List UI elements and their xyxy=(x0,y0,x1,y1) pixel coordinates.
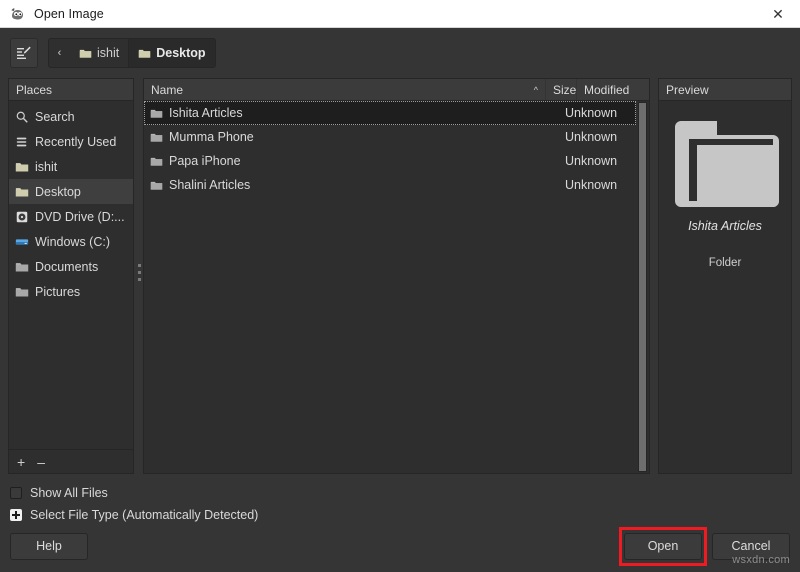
recent-icon xyxy=(16,137,27,146)
sort-ascending-icon: ^ xyxy=(533,84,538,95)
folder-icon xyxy=(15,287,29,296)
folder-icon xyxy=(150,109,163,118)
select-file-type-label[interactable]: Select File Type (Automatically Detected… xyxy=(30,508,258,522)
folder-home-icon xyxy=(15,162,29,171)
preview-file-name: Ishita Articles xyxy=(688,219,762,233)
show-all-files-label[interactable]: Show All Files xyxy=(30,486,108,500)
cancel-button[interactable]: Cancel xyxy=(712,532,790,560)
breadcrumb-item-desktop[interactable]: Desktop xyxy=(129,38,216,68)
folder-icon xyxy=(79,49,92,58)
file-modified-cell: Unknown xyxy=(565,130,618,144)
splitter-grip xyxy=(138,264,141,285)
sidebar-item-dvd-drive[interactable]: DVD Drive (D:... xyxy=(9,204,133,229)
file-modified-cell: Unknown xyxy=(565,154,618,168)
type-filename-button[interactable] xyxy=(10,38,38,68)
sidebar-item-pictures[interactable]: Pictures xyxy=(9,279,133,304)
folder-icon xyxy=(139,49,151,58)
places-footer: + – xyxy=(9,449,133,473)
sidebar-item-ishit[interactable]: ishit xyxy=(9,154,133,179)
close-icon[interactable]: ✕ xyxy=(756,0,800,28)
search-icon xyxy=(16,111,28,123)
options-area: Show All Files Select File Type (Automat… xyxy=(0,474,800,526)
hard-drive-icon xyxy=(15,238,29,245)
sidebar-item-desktop[interactable]: Desktop xyxy=(9,179,133,204)
places-header: Places xyxy=(9,79,133,101)
places-list: Search Recently Used ishit Desktop DVD D… xyxy=(9,101,133,449)
dialog-footer: Help Open Cancel wsxdn.com xyxy=(0,526,800,572)
file-name-cell: Mumma Phone xyxy=(144,130,533,144)
file-name-label: Mumma Phone xyxy=(169,130,254,144)
sidebar-item-recently-used[interactable]: Recently Used xyxy=(9,129,133,154)
title-bar: Open Image ✕ xyxy=(0,0,800,28)
column-header-size[interactable]: Size xyxy=(546,79,577,100)
help-button[interactable]: Help xyxy=(10,532,88,560)
sidebar-item-label: Windows (C:) xyxy=(35,234,111,249)
sidebar-splitter[interactable] xyxy=(134,78,143,474)
preview-header: Preview xyxy=(659,79,791,101)
breadcrumb-label: ishit xyxy=(97,46,120,60)
file-name-cell: Ishita Articles xyxy=(144,106,533,120)
scrollbar-thumb[interactable] xyxy=(638,102,647,472)
sidebar-item-label: Search xyxy=(35,109,75,124)
breadcrumb-label: Desktop xyxy=(156,46,206,60)
table-row[interactable]: Shalini Articles Unknown xyxy=(144,173,636,197)
file-list-rows: Ishita Articles Unknown Mumma Phone Unkn… xyxy=(144,101,636,473)
edit-filename-icon xyxy=(17,46,31,59)
remove-place-button[interactable]: – xyxy=(37,455,45,469)
sidebar-item-windows-c[interactable]: Windows (C:) xyxy=(9,229,133,254)
sidebar-item-label: ishit xyxy=(35,159,58,174)
preview-panel: Preview Ishita Articles Folder xyxy=(658,78,792,474)
gimp-wilber-icon xyxy=(11,7,23,19)
folder-icon xyxy=(150,157,163,166)
table-row[interactable]: Mumma Phone Unknown xyxy=(144,125,636,149)
preview-body: Ishita Articles Folder xyxy=(659,101,791,269)
dialog-body: Places Search Recently Used ishit Deskto… xyxy=(0,78,800,474)
open-image-dialog: Open Image ✕ ‹ ishit Desktop Places Sear… xyxy=(0,0,800,572)
sidebar-item-documents[interactable]: Documents xyxy=(9,254,133,279)
column-header-name[interactable]: Name ^ xyxy=(144,79,546,100)
column-header-modified[interactable]: Modified xyxy=(577,79,649,100)
breadcrumb-item-ishit[interactable]: ishit xyxy=(70,38,130,68)
add-place-button[interactable]: + xyxy=(17,455,25,469)
expander-plus-icon[interactable] xyxy=(10,509,22,521)
sidebar-item-label: Pictures xyxy=(35,284,81,299)
file-list-scroll-area: Ishita Articles Unknown Mumma Phone Unkn… xyxy=(144,101,649,473)
sidebar-item-label: Recently Used xyxy=(35,134,117,149)
file-list-pane: Name ^ Size Modified Ishita Articles Unk… xyxy=(143,78,650,474)
window-title: Open Image xyxy=(34,6,104,21)
breadcrumb-back-button[interactable]: ‹ xyxy=(48,38,70,68)
file-name-label: Shalini Articles xyxy=(169,178,251,192)
folder-icon xyxy=(150,133,163,142)
table-row[interactable]: Papa iPhone Unknown xyxy=(144,149,636,173)
open-button[interactable]: Open xyxy=(624,532,702,560)
select-file-type-row[interactable]: Select File Type (Automatically Detected… xyxy=(10,504,790,526)
column-header-name-label: Name xyxy=(151,82,184,97)
folder-icon xyxy=(15,262,29,271)
folder-icon xyxy=(150,181,163,190)
optical-disc-icon xyxy=(16,211,28,222)
folder-desktop-icon xyxy=(15,187,29,196)
table-row[interactable]: Ishita Articles Unknown xyxy=(144,101,636,125)
sidebar-item-label: DVD Drive (D:... xyxy=(35,209,125,224)
file-list-header: Name ^ Size Modified xyxy=(144,79,649,101)
places-sidebar: Places Search Recently Used ishit Deskto… xyxy=(8,78,134,474)
show-all-files-row[interactable]: Show All Files xyxy=(10,482,790,504)
show-all-files-checkbox[interactable] xyxy=(10,487,22,499)
file-modified-cell: Unknown xyxy=(565,106,618,120)
folder-icon xyxy=(675,121,779,207)
file-name-cell: Shalini Articles xyxy=(144,178,533,192)
file-name-label: Ishita Articles xyxy=(169,106,243,120)
file-name-cell: Papa iPhone xyxy=(144,154,533,168)
preview-file-kind: Folder xyxy=(708,257,742,269)
sidebar-item-label: Desktop xyxy=(35,184,81,199)
sidebar-item-label: Documents xyxy=(35,259,99,274)
sidebar-item-search[interactable]: Search xyxy=(9,104,133,129)
path-toolbar: ‹ ishit Desktop xyxy=(0,28,800,78)
file-name-label: Papa iPhone xyxy=(169,154,241,168)
breadcrumb: ‹ ishit Desktop xyxy=(48,38,216,68)
file-modified-cell: Unknown xyxy=(565,178,618,192)
file-list-scrollbar[interactable] xyxy=(636,101,649,473)
open-button-wrapper: Open xyxy=(619,526,707,566)
